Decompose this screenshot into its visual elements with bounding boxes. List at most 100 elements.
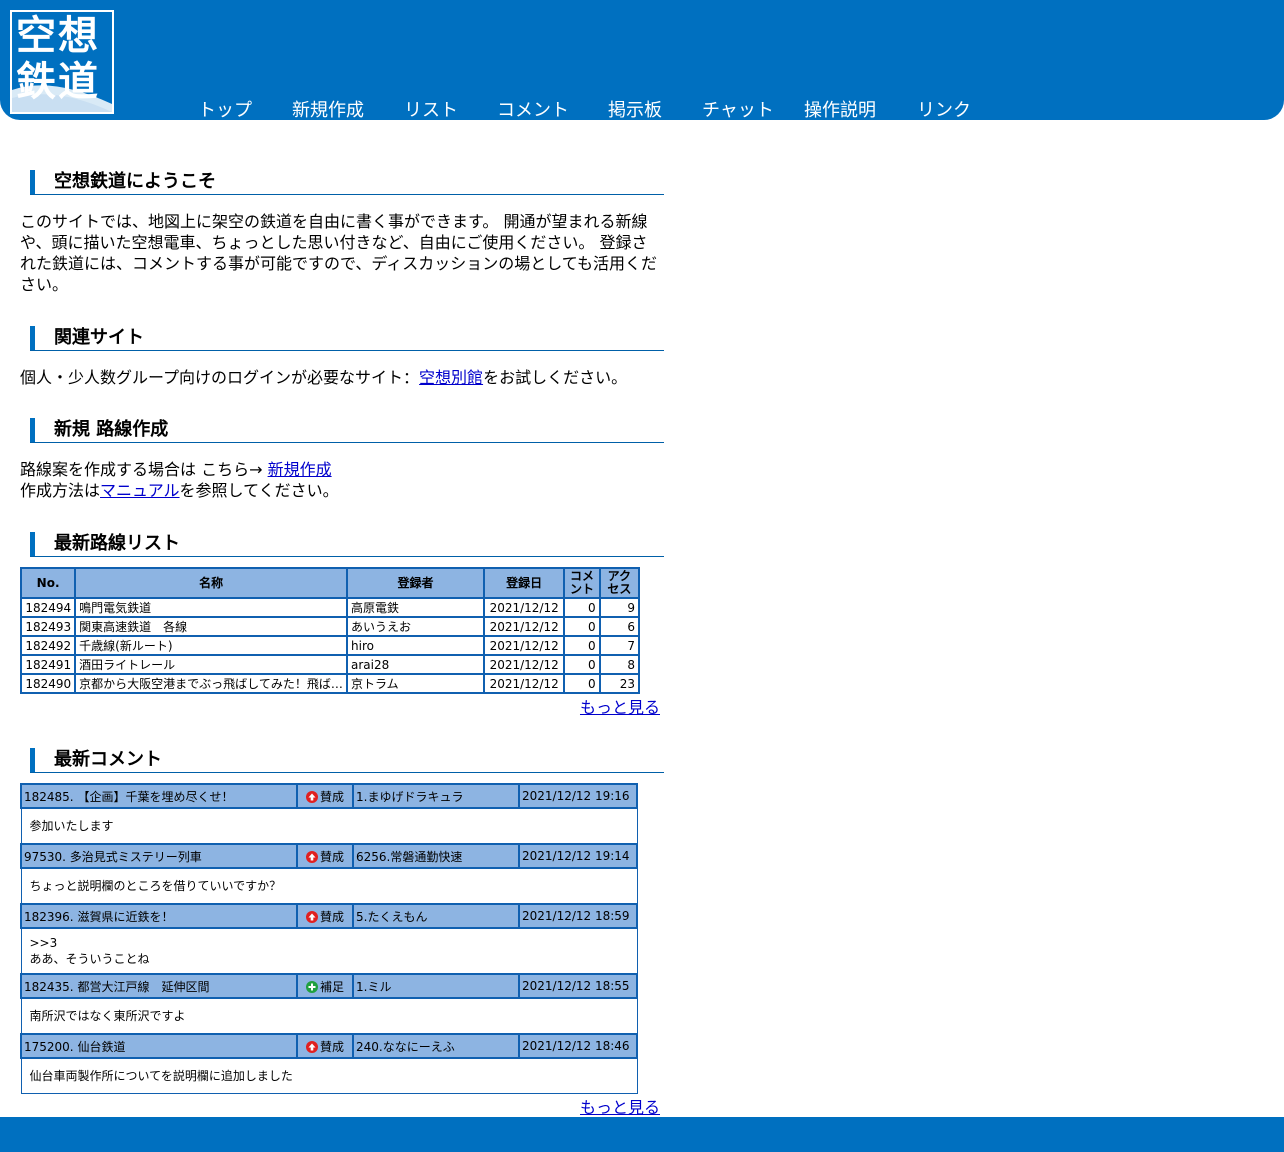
nav-comment[interactable]: コメント bbox=[497, 96, 569, 122]
route-author: 高原電鉄 bbox=[346, 597, 485, 618]
route-author: hiro bbox=[346, 635, 485, 656]
route-access-count: 23 bbox=[598, 673, 641, 694]
route-row[interactable]: 182492 千歳線(新ルート) hiro 2021/12/12 0 7 bbox=[19, 635, 641, 656]
comment-body-row: 仙台車両製作所についてを説明欄に追加しました bbox=[20, 1057, 638, 1094]
route-comment-count: 0 bbox=[563, 635, 601, 656]
comments-table: 182485. 【企画】千葉を埋め尽くせ！ 賛成 1.まゆげドラキュラ 2021/12… bbox=[20, 783, 638, 1094]
comment-time: 2021/12/12 19:16 bbox=[518, 783, 638, 809]
comment-route-link[interactable]: 182435. 都営大江戸線 延伸区間 bbox=[20, 973, 298, 999]
site-header: 空想 鉄道 トップ 新規作成 リスト コメント 掲示板 チャット 操作説明 リン… bbox=[0, 0, 1284, 122]
col-access: アクセス bbox=[598, 567, 641, 599]
comment-route-link[interactable]: 182485. 【企画】千葉を埋め尽くせ！ bbox=[20, 783, 298, 809]
site-footer bbox=[0, 1117, 1284, 1152]
comment-time: 2021/12/12 19:14 bbox=[518, 843, 638, 869]
routes-section: 最新路線リスト No. 名称 登録者 登録日 コメント アクセス 182494 鳴… bbox=[19, 532, 664, 718]
new-route-link[interactable]: 新規作成 bbox=[268, 460, 332, 479]
comment-body-line: ああ、そういうことね bbox=[29, 952, 150, 966]
route-access-count: 8 bbox=[598, 654, 641, 675]
comment-body-row: 南所沢ではなく東所沢ですよ bbox=[20, 997, 638, 1035]
logo-text-line1: 空想 bbox=[16, 13, 100, 59]
col-author: 登録者 bbox=[346, 567, 485, 599]
col-date: 登録日 bbox=[482, 567, 566, 599]
route-row[interactable]: 182494 鳴門電気鉄道 高原電鉄 2021/12/12 0 9 bbox=[19, 597, 641, 618]
route-row[interactable]: 182493 関東高速鉄道 各線 あいうえお 2021/12/12 0 6 bbox=[19, 616, 641, 637]
route-no: 182490 bbox=[19, 673, 77, 694]
comment-body: 参加いたします bbox=[20, 807, 638, 845]
route-name-link[interactable]: 鳴門電気鉄道 bbox=[74, 597, 348, 618]
comments-section: 最新コメント 182485. 【企画】千葉を埋め尽くせ！ 賛成 1.まゆげドラキュラ… bbox=[20, 748, 664, 1118]
comment-body: >>3 ああ、そういうことね bbox=[20, 927, 638, 975]
route-comment-count: 0 bbox=[563, 654, 601, 675]
comment-user: 6256.常磐通勤快速 bbox=[352, 843, 520, 869]
route-access-count: 7 bbox=[598, 635, 641, 656]
agree-icon bbox=[305, 790, 318, 803]
nav-new[interactable]: 新規作成 bbox=[292, 96, 364, 122]
comment-type-label: 賛成 bbox=[319, 849, 344, 864]
route-access-count: 6 bbox=[598, 616, 641, 637]
nav-list[interactable]: リスト bbox=[404, 96, 458, 122]
route-date: 2021/12/12 bbox=[482, 673, 566, 694]
comments-more: もっと見る bbox=[20, 1094, 660, 1118]
route-comment-count: 0 bbox=[563, 616, 601, 637]
agree-icon bbox=[305, 1040, 318, 1053]
comment-body-row: >>3 ああ、そういうことね bbox=[20, 927, 638, 975]
route-name-link[interactable]: 関東高速鉄道 各線 bbox=[74, 616, 348, 637]
col-no: No. bbox=[19, 567, 77, 599]
route-no: 182491 bbox=[19, 654, 77, 675]
routes-title: 最新路線リスト bbox=[30, 532, 664, 557]
comment-body: 南所沢ではなく東所沢ですよ bbox=[20, 997, 638, 1035]
welcome-text: このサイトでは、地図上に架空の鉄道を自由に書く事ができます。 開通が望まれる新線… bbox=[20, 212, 657, 294]
agree-icon bbox=[305, 910, 318, 923]
comment-user: 1.ミル bbox=[352, 973, 520, 999]
related-text-before: 個人・少人数グループ向けのログインが必要なサイト： bbox=[20, 368, 420, 387]
comment-route-link[interactable]: 175200. 仙台鉄道 bbox=[20, 1033, 298, 1059]
comment-route-link[interactable]: 97530. 多治見式ミステリー列車 bbox=[20, 843, 298, 869]
main-content: 空想鉄道にようこそ このサイトでは、地図上に架空の鉄道を自由に書く事ができます。… bbox=[19, 170, 664, 1118]
comments-more-link[interactable]: もっと見る bbox=[580, 1098, 660, 1117]
routes-more-link[interactable]: もっと見る bbox=[580, 698, 660, 717]
route-no: 182492 bbox=[19, 635, 77, 656]
nav-links[interactable]: リンク bbox=[917, 96, 971, 122]
route-date: 2021/12/12 bbox=[482, 597, 566, 618]
comment-header-row: 97530. 多治見式ミステリー列車 賛成 6256.常磐通勤快速 2021/12/1… bbox=[20, 843, 638, 869]
col-name: 名称 bbox=[74, 567, 348, 599]
route-author: あいうえお bbox=[346, 616, 485, 637]
route-row[interactable]: 182490 京都から大阪空港までぶっ飛ばしてみた！飛ば… 京トラム 2021/12/… bbox=[19, 673, 641, 694]
comment-route-link[interactable]: 182396. 滋賀県に近鉄を！ bbox=[20, 903, 298, 929]
create-text: 路線案を作成する場合は こちら→ 新規作成 作成方法はマニュアルを参照してください… bbox=[20, 459, 660, 501]
route-date: 2021/12/12 bbox=[482, 635, 566, 656]
nav-board[interactable]: 掲示板 bbox=[608, 96, 662, 122]
site-logo[interactable]: 空想 鉄道 bbox=[10, 10, 114, 114]
comment-type-label: 賛成 bbox=[319, 909, 344, 924]
route-date: 2021/12/12 bbox=[482, 616, 566, 637]
comment-user: 240.ななにーえふ bbox=[352, 1033, 520, 1059]
comment-time: 2021/12/12 18:59 bbox=[518, 903, 638, 929]
route-name-link[interactable]: 千歳線(新ルート) bbox=[74, 635, 348, 656]
routes-table: No. 名称 登録者 登録日 コメント アクセス 182494 鳴門電気鉄道 高原電… bbox=[19, 567, 641, 694]
route-row[interactable]: 182491 酒田ライトレール arai28 2021/12/12 0 8 bbox=[19, 654, 641, 675]
supplement-icon bbox=[305, 980, 318, 993]
nav-chat[interactable]: チャット bbox=[702, 96, 774, 122]
comment-header-row: 182485. 【企画】千葉を埋め尽くせ！ 賛成 1.まゆげドラキュラ 2021/12… bbox=[20, 783, 638, 809]
nav-top[interactable]: トップ bbox=[198, 96, 252, 122]
routes-header-row: No. 名称 登録者 登録日 コメント アクセス bbox=[19, 567, 641, 599]
comment-body-row: ちょっと説明欄のところを借りていいですか？ bbox=[20, 867, 638, 905]
route-date: 2021/12/12 bbox=[482, 654, 566, 675]
create-line1-text: 路線案を作成する場合は こちら→ bbox=[20, 460, 268, 479]
create-line2-after: を参照してください。 bbox=[179, 481, 339, 500]
route-no: 182494 bbox=[19, 597, 77, 618]
welcome-title: 空想鉄道にようこそ bbox=[30, 170, 664, 195]
route-comment-count: 0 bbox=[563, 673, 601, 694]
comment-time: 2021/12/12 18:55 bbox=[518, 973, 638, 999]
route-author: 京トラム bbox=[346, 673, 485, 694]
comment-type: 賛成 bbox=[296, 903, 354, 929]
bekkan-link[interactable]: 空想別館 bbox=[419, 368, 483, 387]
comments-title: 最新コメント bbox=[30, 748, 664, 773]
nav-manual[interactable]: 操作説明 bbox=[804, 96, 876, 122]
route-name-link[interactable]: 京都から大阪空港までぶっ飛ばしてみた！飛ば… bbox=[74, 673, 348, 694]
create-title: 新規 路線作成 bbox=[30, 418, 664, 443]
manual-link[interactable]: マニュアル bbox=[100, 481, 180, 500]
comment-body: 仙台車両製作所についてを説明欄に追加しました bbox=[20, 1057, 638, 1094]
related-section: 関連サイト 個人・少人数グループ向けのログインが必要なサイト：空想別館をお試しく… bbox=[20, 326, 664, 388]
route-name-link[interactable]: 酒田ライトレール bbox=[74, 654, 348, 675]
